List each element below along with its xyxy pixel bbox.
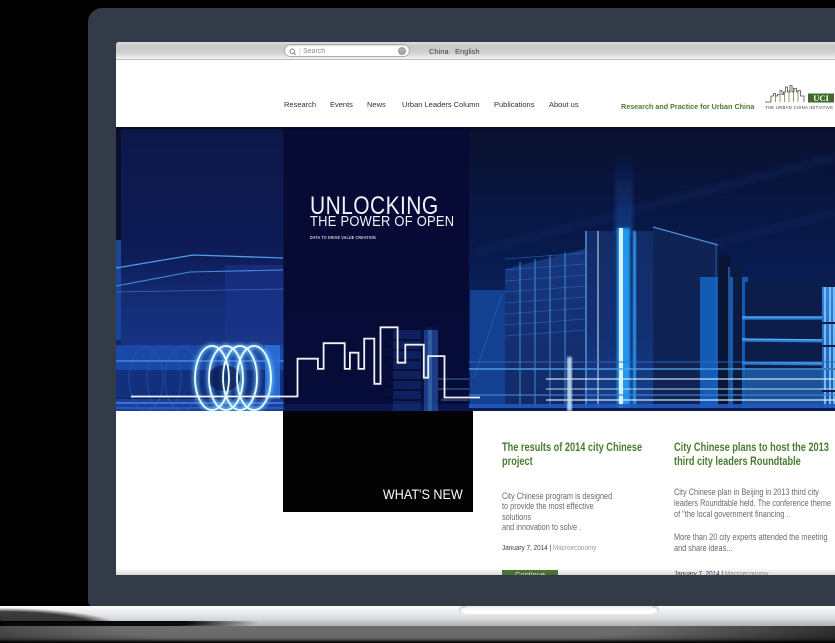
svg-text:THE URBAN CHINA INITIATIVE: THE URBAN CHINA INITIATIVE (765, 105, 833, 110)
svg-text:UCI: UCI (813, 93, 829, 103)
